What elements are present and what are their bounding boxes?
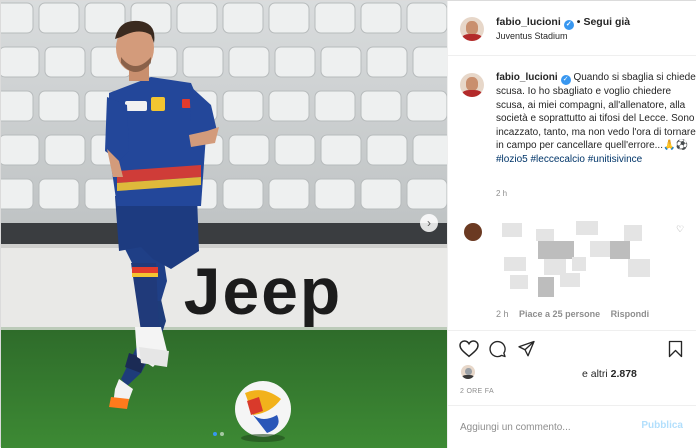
stadium-seat xyxy=(366,46,408,78)
stadium-seat xyxy=(1,46,40,78)
stadium-seat xyxy=(1,134,40,166)
stadium-seat xyxy=(274,46,316,78)
stadium-seat xyxy=(406,2,447,34)
stadium-seat xyxy=(268,2,310,34)
stadium-seat xyxy=(268,178,310,210)
comment-icon[interactable] xyxy=(488,340,507,358)
author-username[interactable]: fabio_lucioni xyxy=(496,16,561,28)
author-avatar[interactable] xyxy=(460,17,484,41)
bookmark-icon[interactable] xyxy=(667,340,684,358)
stadium-seat xyxy=(268,90,310,122)
instagram-post: Jeep › fabio_lucioni ✓ • Segui già Juven… xyxy=(0,0,696,448)
post-header: fabio_lucioni ✓ • Segui già Juventus Stadiu… xyxy=(448,1,696,56)
stadium-seat xyxy=(84,2,126,34)
stadium-seat xyxy=(406,90,447,122)
carousel-dot xyxy=(220,432,224,436)
post-side-panel: fabio_lucioni ✓ • Segui già Juventus Stadiu… xyxy=(447,1,696,448)
verified-badge-icon: ✓ xyxy=(560,75,571,85)
carousel-dots xyxy=(213,432,224,436)
stadium-seat xyxy=(360,90,402,122)
comment-input[interactable] xyxy=(460,419,625,435)
add-comment-form: Pubblica xyxy=(448,405,696,448)
stadium-seat xyxy=(222,90,264,122)
comment-like-heart-icon[interactable]: ♡ xyxy=(676,224,684,235)
caption-author-avatar[interactable] xyxy=(460,73,484,97)
post-photo[interactable]: Jeep › xyxy=(1,1,447,448)
stadium-seat xyxy=(314,178,356,210)
comment-likes-link[interactable]: Piace a 25 persone xyxy=(519,309,600,319)
likes-prefix: e altri xyxy=(582,368,608,380)
stadium-seat xyxy=(412,134,447,166)
stadium-seat xyxy=(1,178,34,210)
stadium-seat xyxy=(320,46,362,78)
stadium-scene: Jeep xyxy=(1,1,447,448)
stadium-seat xyxy=(228,46,270,78)
stadium-seat xyxy=(44,134,86,166)
author-line: fabio_lucioni ✓ • Segui già xyxy=(496,16,630,30)
stadium-seat xyxy=(38,90,80,122)
stadium-seat xyxy=(44,46,86,78)
comments-list: fabio_lucioni ✓ Quando si sbaglia si chie… xyxy=(448,57,696,329)
stadium-seat xyxy=(222,178,264,210)
likes-section: e altri 2.878 2 ORE FA xyxy=(448,363,696,403)
stadium-seat xyxy=(406,178,447,210)
stadium-seat xyxy=(1,2,34,34)
stadium-seat xyxy=(176,2,218,34)
likes-count: 2.878 xyxy=(610,368,637,380)
publish-button[interactable]: Pubblica xyxy=(641,420,683,431)
following-button[interactable]: Segui già xyxy=(583,16,630,28)
comment-reply-button[interactable]: Rispondi xyxy=(611,309,650,319)
separator-dot: • xyxy=(576,16,581,28)
commenter-avatar[interactable] xyxy=(464,223,482,241)
stadium-seat xyxy=(228,134,270,166)
caption-hashtags[interactable]: #lozio5 #leccecalcio #unitisivince xyxy=(496,154,642,165)
heart-icon[interactable] xyxy=(459,340,479,358)
stadium-seat xyxy=(360,2,402,34)
stadium-seat xyxy=(182,46,224,78)
share-icon[interactable] xyxy=(517,340,536,358)
post-caption: fabio_lucioni ✓ Quando si sbaglia si chie… xyxy=(496,71,696,167)
post-location[interactable]: Juventus Stadium xyxy=(496,31,568,41)
stadium-seat xyxy=(360,178,402,210)
stadium-seat xyxy=(38,178,80,210)
caption-text: Quando si sbaglia si chiede scusa. Io ho… xyxy=(496,72,696,152)
stadium-seat xyxy=(366,134,408,166)
billboard-text: Jeep xyxy=(184,254,342,328)
caption-username[interactable]: fabio_lucioni xyxy=(496,72,558,83)
carousel-dot-active xyxy=(213,432,217,436)
stadium-seat xyxy=(38,2,80,34)
stadium-seat xyxy=(412,46,447,78)
likes-count-link[interactable]: e altri 2.878 xyxy=(582,368,637,380)
stadium-seat xyxy=(222,2,264,34)
stadium-seat xyxy=(314,90,356,122)
stadium-seat xyxy=(274,134,316,166)
stadium-seat xyxy=(320,134,362,166)
action-bar xyxy=(448,330,696,364)
stadium-seat xyxy=(1,90,34,122)
post-timestamp: 2 ORE FA xyxy=(460,388,494,395)
caption-time: 2 h xyxy=(496,189,508,198)
liker-avatar[interactable] xyxy=(461,365,475,379)
carousel-next-button[interactable]: › xyxy=(420,214,438,232)
verified-badge-icon: ✓ xyxy=(563,20,574,30)
comment-meta: 2 h Piace a 25 persone Rispondi xyxy=(496,309,657,319)
comment-time: 2 h xyxy=(496,309,509,319)
stadium-seat xyxy=(314,2,356,34)
